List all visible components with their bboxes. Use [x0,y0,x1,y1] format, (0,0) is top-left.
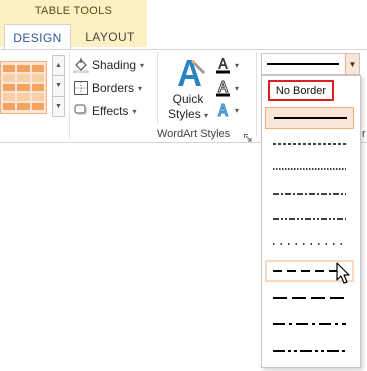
text-fill-button[interactable]: ▾ [214,55,248,75]
table-style-thumbnail[interactable] [0,61,47,114]
border-style-option-dashed-fine[interactable] [265,133,354,155]
contextual-tab-label: TABLE TOOLS [34,5,113,17]
border-style-combo[interactable]: ▼ [261,53,360,75]
text-effects-button[interactable]: ▾ [214,100,248,120]
effects-button[interactable]: Effects ▾ [73,101,136,121]
text-outline-button[interactable]: ▾ [214,78,248,98]
wordart-a-icon [178,60,205,86]
gallery-more-icon[interactable]: ▼ [53,97,64,116]
next-group-label-fragment: r [362,128,366,140]
text-fill-icon [216,58,230,74]
quick-styles-label: Quick Styles ▾ [168,92,208,121]
dialog-launcher-icon[interactable] [244,131,252,142]
group-divider [157,52,158,124]
shading-label: Shading [92,58,137,72]
border-style-dropdown: No Border [261,75,361,368]
chevron-down-icon: ▾ [235,105,240,115]
effects-icon [73,103,89,119]
tab-design[interactable]: DESIGN [4,24,71,50]
wordart-group-label: WordArt Styles [157,128,231,140]
chevron-down-icon[interactable]: ▼ [345,54,359,74]
borders-label: Borders [92,81,135,95]
current-border-style-preview [267,63,339,65]
text-effects-icon [217,103,229,117]
shading-button[interactable]: Shading ▾ [73,55,144,75]
border-style-option-dash-dot-dot[interactable] [265,208,354,230]
borders-button[interactable]: Borders ▾ [73,78,142,98]
group-divider [69,52,70,138]
tab-layout[interactable]: LAYOUT [74,24,146,50]
group-divider [256,52,257,138]
border-style-option-long-dash-dot-dot[interactable] [265,340,354,362]
chevron-down-icon: ▾ [138,83,143,93]
border-style-option-long-dash-dot[interactable] [265,313,354,335]
border-style-option-dash-dot[interactable] [265,183,354,205]
effects-label: Effects [92,104,129,118]
border-style-option-long-dash[interactable] [265,287,354,309]
chevron-down-icon: ▾ [140,60,145,70]
border-style-option-solid[interactable] [265,107,354,129]
chevron-down-icon: ▾ [235,83,240,93]
gallery-up-icon[interactable]: ▲ [53,56,64,77]
chevron-down-icon: ▾ [235,60,240,70]
paint-bucket-icon [73,57,89,73]
gallery-down-icon[interactable]: ▼ [53,76,64,97]
no-border-option[interactable]: No Border [268,80,334,101]
text-outline-icon [216,80,230,97]
chevron-down-icon: ▾ [132,106,137,116]
gallery-scroll-buttons[interactable]: ▲ ▼ ▼ [52,55,65,117]
mouse-pointer-icon [336,262,352,286]
border-style-option-dotted[interactable] [265,158,354,180]
border-style-option-sparse-dots[interactable] [265,233,354,255]
borders-grid-icon [73,80,89,96]
